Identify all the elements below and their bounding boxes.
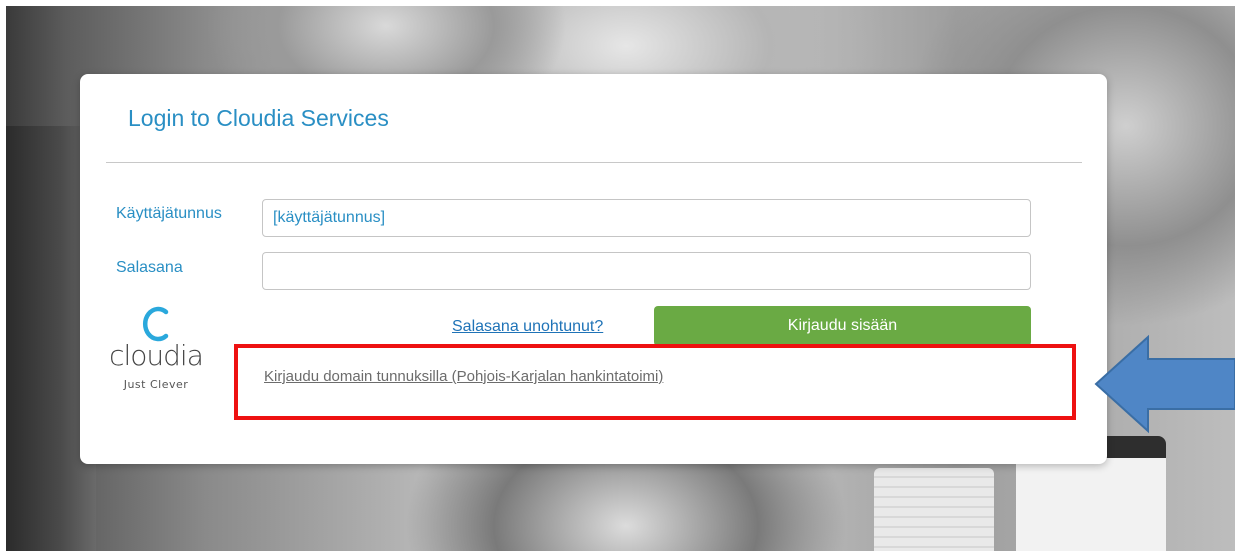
logo-tagline: Just Clever	[123, 378, 189, 391]
title-divider	[106, 162, 1082, 163]
cloudia-c-logo-icon	[143, 306, 169, 342]
domain-login-highlight-box: Kirjaudu domain tunnuksilla (Pohjois-Kar…	[234, 344, 1076, 420]
arrow-left-icon	[1094, 334, 1235, 434]
logo-wordmark: cloudia	[109, 339, 204, 372]
password-input[interactable]	[262, 252, 1031, 290]
login-card: Login to Cloudia Services Käyttäjätunnus…	[80, 74, 1107, 464]
background-stacked-cups	[874, 468, 994, 551]
domain-login-link[interactable]: Kirjaudu domain tunnuksilla (Pohjois-Kar…	[264, 368, 663, 385]
password-label: Salasana	[116, 259, 183, 276]
username-input[interactable]	[262, 199, 1031, 237]
cloudia-logo: cloudia Just Clever	[104, 303, 204, 395]
login-button[interactable]: Kirjaudu sisään	[654, 306, 1031, 346]
page-title: Login to Cloudia Services	[128, 105, 389, 131]
username-label: Käyttäjätunnus	[116, 205, 222, 222]
forgot-password-link[interactable]: Salasana unohtunut?	[452, 318, 603, 336]
